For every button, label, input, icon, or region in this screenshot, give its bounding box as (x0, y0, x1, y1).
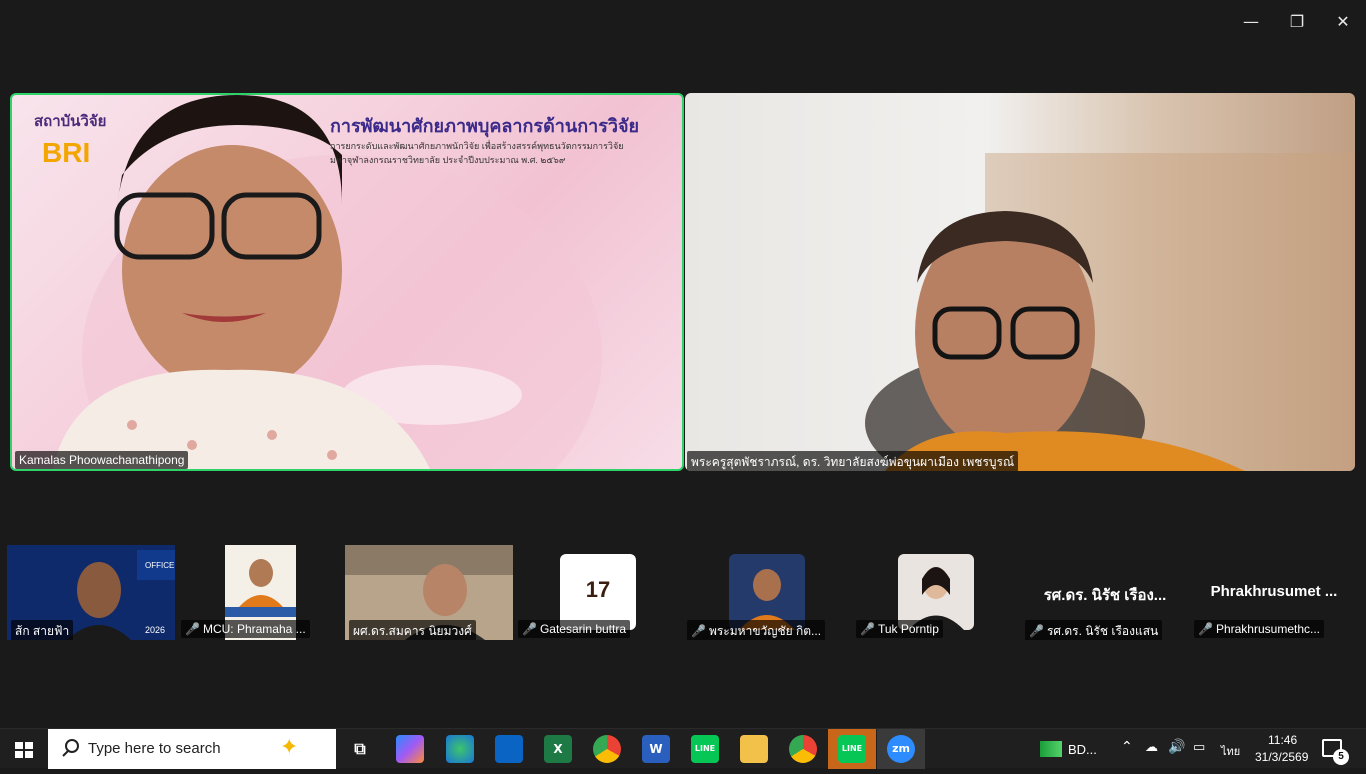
participant-name-label: Kamalas Phoowachanathipong (15, 451, 189, 469)
windows-logo-icon (15, 742, 33, 758)
thumbnail-name-label: 🎤 Phrakhrusumethc... (1194, 620, 1324, 638)
thumbnail-name-label: 🎤 Tuk Porntip (856, 620, 943, 638)
thumbnail-tile[interactable]: ผศ.ดร.สมคาร นิยมวงศ์ (345, 545, 513, 640)
task-view-icon[interactable]: ⧉ (346, 735, 374, 763)
institute-logo-text: สถาบันวิจัย (34, 113, 107, 130)
chevron-up-icon[interactable]: ⌃ (1121, 739, 1133, 755)
speaker-icon[interactable]: 🔊 (1168, 739, 1185, 755)
thumbnail-name-label: 🎤 พระมหาขวัญชัย กิต... (687, 620, 826, 640)
presentation-subtitle-1: การยกระดับและพัฒนาศักยภาพนักวิจัย เพื่อส… (330, 141, 624, 151)
participant-name-display: รศ.ดร. นิรัช เรือง... (1043, 587, 1167, 604)
mic-muted-icon: 🎤 (522, 622, 537, 636)
mic-muted-icon: 🎤 (1029, 624, 1044, 638)
thumbnail-tile[interactable]: 🎤 Tuk Porntip (852, 545, 1020, 640)
word-icon[interactable]: W (642, 735, 670, 763)
minimize-button[interactable]: — (1228, 6, 1274, 38)
mic-muted-icon: 🎤 (860, 622, 875, 636)
participant-name-display: Phrakhrusumet ... (1210, 583, 1338, 600)
thumbnail-name-label: ส้ก สายฟ้า (11, 620, 74, 640)
chrome-profile-icon[interactable] (789, 735, 817, 763)
mic-muted-icon: 🎤 (691, 624, 706, 638)
participant-name-label: พระครูสุตพัชราภรณ์, ดร. วิทยาลัยสงฆ์พ่อข… (687, 451, 1019, 471)
close-button[interactable]: ✕ (1320, 6, 1366, 38)
search-highlight-icon: ✦ (280, 735, 299, 760)
chrome-icon[interactable] (593, 735, 621, 763)
video-tile-participant[interactable]: พระครูสุตพัชราภรณ์, ดร. วิทยาลัยสงฆ์พ่อข… (685, 93, 1355, 471)
weather-widget-label[interactable]: BD... (1068, 742, 1097, 757)
file-explorer-icon[interactable] (740, 735, 768, 763)
notification-count-badge: 5 (1333, 749, 1349, 765)
thumbnail-name-label: 🎤 Gatesarin buttra (518, 620, 630, 638)
presentation-title: การพัฒนาศักยภาพบุคลากรด้านการวิจัย (330, 116, 640, 136)
thumbnail-name-label: ผศ.ดร.สมคาร นิยมวงศ์ (349, 620, 476, 640)
zoom-active-background[interactable]: zm (877, 729, 925, 769)
thumbnail-name-label: 🎤 รศ.ดร. นิรัช เรืองแสน (1025, 620, 1163, 640)
meeting-stage: สถาบันวิจัย BRI การพัฒนาศักยภาพบุคลากรด้… (0, 44, 1366, 728)
zoom-icon: zm (887, 735, 915, 763)
search-icon (62, 739, 79, 757)
windows-taskbar: Type here to search ✦ ⧉ X W LINE LINE zm… (0, 728, 1366, 769)
thumbnail-tile[interactable]: 🎤 MCU: Phramaha ... (177, 545, 345, 640)
video-tile-active-speaker[interactable]: สถาบันวิจัย BRI การพัฒนาศักยภาพบุคลากรด้… (10, 93, 684, 471)
thumbnail-tile[interactable]: 17 🎤 Gatesarin buttra (514, 545, 682, 640)
battery-icon[interactable]: ▭ (1193, 740, 1205, 755)
avatar-badge-17: 17 (585, 577, 611, 602)
thumbnail-tile[interactable]: OFFICER 2026 ส้ก สายฟ้า (7, 545, 175, 640)
line-app-icon[interactable]: LINE (691, 735, 719, 763)
thumbnail-tile[interactable]: Phrakhrusumet ... 🎤 Phrakhrusumethc... (1190, 545, 1358, 640)
edge-browser-icon[interactable] (446, 735, 474, 763)
project-label: OFFICER (145, 561, 175, 570)
excel-icon[interactable]: X (544, 735, 572, 763)
copilot-icon[interactable] (396, 735, 424, 763)
search-placeholder: Type here to search (88, 740, 221, 757)
participant-video (865, 153, 1355, 471)
thumbnail-tile[interactable]: รศ.ดร. นิรัช เรือง... 🎤 รศ.ดร. นิรัช เรือ… (1021, 545, 1189, 640)
taskbar-search-box[interactable]: Type here to search ✦ (48, 729, 336, 769)
project-year: 2026 (145, 625, 166, 635)
mic-muted-icon: 🎤 (185, 622, 200, 636)
restore-button[interactable]: ❐ (1274, 6, 1320, 38)
presentation-subtitle-2: มหาจุฬาลงกรณราชวิทยาลัย ประจำปีงบประมาณ … (330, 155, 566, 165)
clock-time[interactable]: 11:46 (1268, 733, 1297, 747)
mic-muted-icon: 🎤 (1198, 622, 1213, 636)
start-button[interactable] (0, 729, 48, 769)
window-titlebar: — ❐ ✕ (0, 0, 1366, 44)
cloud-icon[interactable]: ☁ (1145, 740, 1158, 755)
line-app-active-background[interactable]: LINE (828, 729, 876, 769)
stocks-widget-icon[interactable] (1040, 741, 1062, 757)
input-language-indicator[interactable]: ไทย (1221, 742, 1240, 760)
thumbnail-name-label: 🎤 MCU: Phramaha ... (181, 620, 310, 638)
clock-date[interactable]: 31/3/2569 (1255, 750, 1308, 764)
bri-logo-text: BRI (42, 137, 91, 168)
outlook-icon[interactable] (495, 735, 523, 763)
thumbnail-tile[interactable]: 🎤 พระมหาขวัญชัย กิต... (683, 545, 851, 640)
line-app-active-icon: LINE (838, 735, 866, 763)
